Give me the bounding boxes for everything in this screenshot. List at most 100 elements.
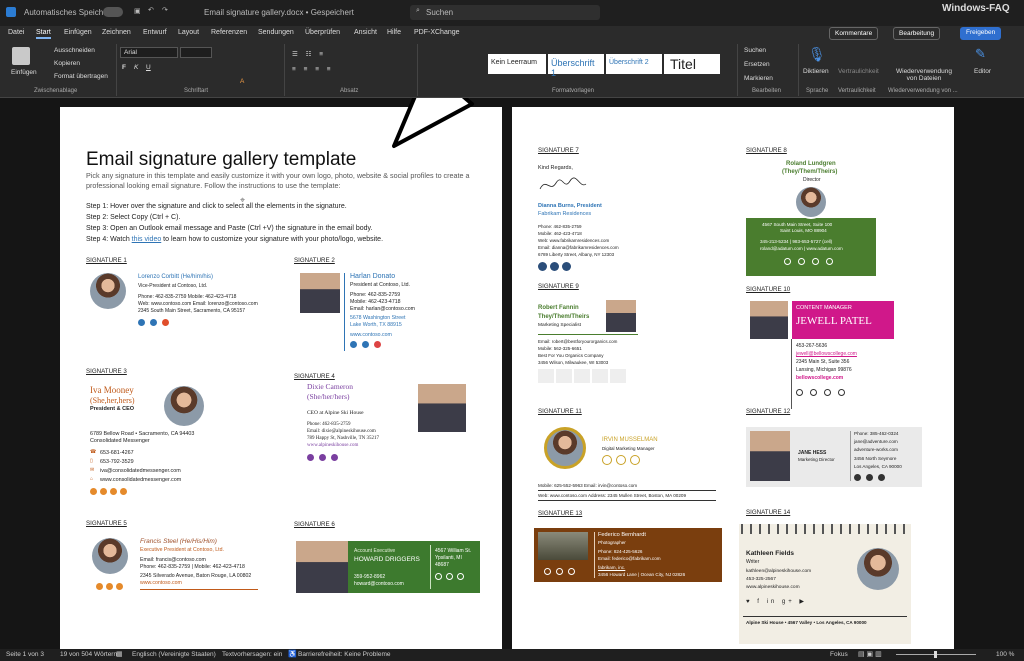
twitter-icon[interactable]: [798, 258, 805, 265]
reuse-files-button[interactable]: Wiederverwendung von Dateien: [893, 68, 955, 82]
style-title[interactable]: Titel: [664, 54, 720, 74]
focus-button[interactable]: Fokus: [830, 651, 848, 658]
facebook-icon[interactable]: [796, 389, 803, 396]
linkedin-icon[interactable]: [824, 389, 831, 396]
linkedin-icon[interactable]: [96, 583, 103, 590]
linkedin-icon[interactable]: [556, 369, 572, 383]
save-icon[interactable]: ▣: [134, 7, 141, 15]
bold-button[interactable]: F: [122, 64, 126, 71]
instagram-icon[interactable]: [810, 389, 817, 396]
facebook-icon[interactable]: [350, 341, 357, 348]
copy-button[interactable]: Kopieren: [54, 60, 80, 67]
layout-view-icons[interactable]: ▤ ▣ ▥: [858, 650, 882, 658]
video-link[interactable]: this video: [132, 236, 162, 243]
tab-sendungen[interactable]: Sendungen: [258, 29, 294, 36]
facebook-icon[interactable]: [307, 454, 314, 461]
facebook-icon[interactable]: [90, 488, 97, 495]
tab-referenzen[interactable]: Referenzen: [211, 29, 247, 36]
language-indicator[interactable]: Englisch (Vereinigte Staaten): [132, 651, 216, 658]
tab-ansicht[interactable]: Ansicht: [354, 29, 377, 36]
search-box[interactable]: ⌕ Suchen: [410, 5, 600, 20]
editor-icon[interactable]: ✎: [975, 46, 986, 62]
format-painter-button[interactable]: Format übertragen: [54, 73, 108, 80]
editing-mode-button[interactable]: Bearbeitung: [893, 27, 941, 40]
tab-einfuegen[interactable]: Einfügen: [64, 29, 92, 36]
page-1[interactable]: Email signature gallery template Pick an…: [60, 107, 502, 649]
font-size-select[interactable]: [180, 47, 212, 58]
redo-icon[interactable]: ↷: [162, 6, 168, 14]
facebook-icon[interactable]: [854, 474, 861, 481]
document-name[interactable]: Email signature gallery.docx • Gespeiche…: [204, 8, 354, 17]
google-plus-icon[interactable]: [592, 369, 608, 383]
tab-pdf-xchange[interactable]: PDF-XChange: [414, 29, 460, 36]
instagram-icon[interactable]: [866, 474, 873, 481]
accessibility-status[interactable]: Barrierefreiheit: Keine Probleme: [298, 651, 391, 658]
facebook-icon[interactable]: [538, 262, 547, 271]
twitter-icon[interactable]: [446, 573, 453, 580]
page-counter[interactable]: Seite 1 von 3: [6, 651, 44, 658]
font-color-icon[interactable]: A: [240, 78, 244, 85]
zoom-level[interactable]: 100 %: [996, 651, 1014, 658]
style-no-spacing[interactable]: Kein Leerraum: [488, 54, 546, 74]
twitter-icon[interactable]: [556, 568, 563, 575]
facebook-icon[interactable]: [538, 369, 554, 383]
twitter-icon[interactable]: [878, 474, 885, 481]
facebook-icon[interactable]: [784, 258, 791, 265]
align-icons[interactable]: ≡ ≡ ≡ ≡: [292, 66, 334, 73]
paste-button[interactable]: Einfügen: [11, 69, 37, 76]
undo-icon[interactable]: ↶: [148, 6, 154, 14]
share-button[interactable]: Freigeben: [960, 27, 1002, 40]
google-plus-icon[interactable]: [374, 341, 381, 348]
zoom-slider-thumb[interactable]: [934, 651, 937, 658]
facebook-icon[interactable]: [435, 573, 442, 580]
page-2[interactable]: SIGNATURE 7 Kind Regards, Dianna Burns, …: [512, 107, 954, 649]
linkedin-icon[interactable]: [457, 573, 464, 580]
facebook-icon[interactable]: [602, 455, 612, 465]
list-icons[interactable]: ☰ ☷ ≡: [292, 50, 326, 58]
linkedin-icon[interactable]: [568, 568, 575, 575]
dictate-button[interactable]: Diktieren: [803, 68, 829, 75]
linkedin-icon[interactable]: [550, 262, 559, 271]
find-button[interactable]: Suchen: [744, 47, 766, 54]
youtube-icon[interactable]: [610, 369, 626, 383]
select-button[interactable]: Markieren: [744, 75, 773, 82]
twitter-icon[interactable]: [838, 389, 845, 396]
twitter-icon[interactable]: [574, 369, 590, 383]
tab-entwurf[interactable]: Entwurf: [143, 29, 167, 36]
social-icons[interactable]: ♥ f in g+ ▶: [746, 598, 807, 605]
cut-button[interactable]: Ausschneiden: [54, 47, 95, 54]
underline-button[interactable]: U: [146, 64, 151, 71]
rss-icon[interactable]: [162, 319, 169, 326]
twitter-icon[interactable]: [331, 454, 338, 461]
linkedin-icon[interactable]: [616, 455, 626, 465]
tab-datei[interactable]: Datei: [8, 29, 24, 36]
linkedin-icon[interactable]: [138, 319, 145, 326]
tab-hilfe[interactable]: Hilfe: [387, 29, 401, 36]
word-counter[interactable]: 19 von 504 Wörtern: [60, 651, 117, 658]
proofing-icon[interactable]: ▦: [116, 650, 123, 658]
text-prediction[interactable]: Textvorhersagen: ein: [222, 651, 282, 658]
instagram-icon[interactable]: [826, 258, 833, 265]
tab-ueberpruefen[interactable]: Überprüfen: [305, 29, 340, 36]
comments-button[interactable]: Kommentare: [829, 27, 879, 40]
style-heading-2[interactable]: Überschrift 2: [606, 54, 662, 74]
tab-layout[interactable]: Layout: [178, 29, 199, 36]
linkedin-icon[interactable]: [110, 488, 117, 495]
microphone-icon[interactable]: 🎙: [808, 46, 826, 63]
style-heading-1[interactable]: Überschrift 1: [548, 54, 604, 78]
facebook-icon[interactable]: [544, 568, 551, 575]
editor-button[interactable]: Editor: [974, 68, 991, 75]
twitter-icon[interactable]: [116, 583, 123, 590]
twitter-icon[interactable]: [150, 319, 157, 326]
twitter-icon[interactable]: [100, 488, 107, 495]
sensitivity-button[interactable]: Vertraulichkeit: [838, 68, 879, 75]
twitter-icon[interactable]: [362, 341, 369, 348]
font-name-select[interactable]: Arial: [120, 47, 178, 58]
tab-zeichnen[interactable]: Zeichnen: [102, 29, 131, 36]
pinterest-icon[interactable]: [120, 488, 127, 495]
twitter-icon[interactable]: [562, 262, 571, 271]
signature-10-line-2[interactable]: jewell@bellowscollege.com: [796, 351, 857, 357]
autosave-toggle[interactable]: [103, 7, 123, 17]
tab-start[interactable]: Start: [36, 29, 51, 39]
linkedin-icon[interactable]: [319, 454, 326, 461]
